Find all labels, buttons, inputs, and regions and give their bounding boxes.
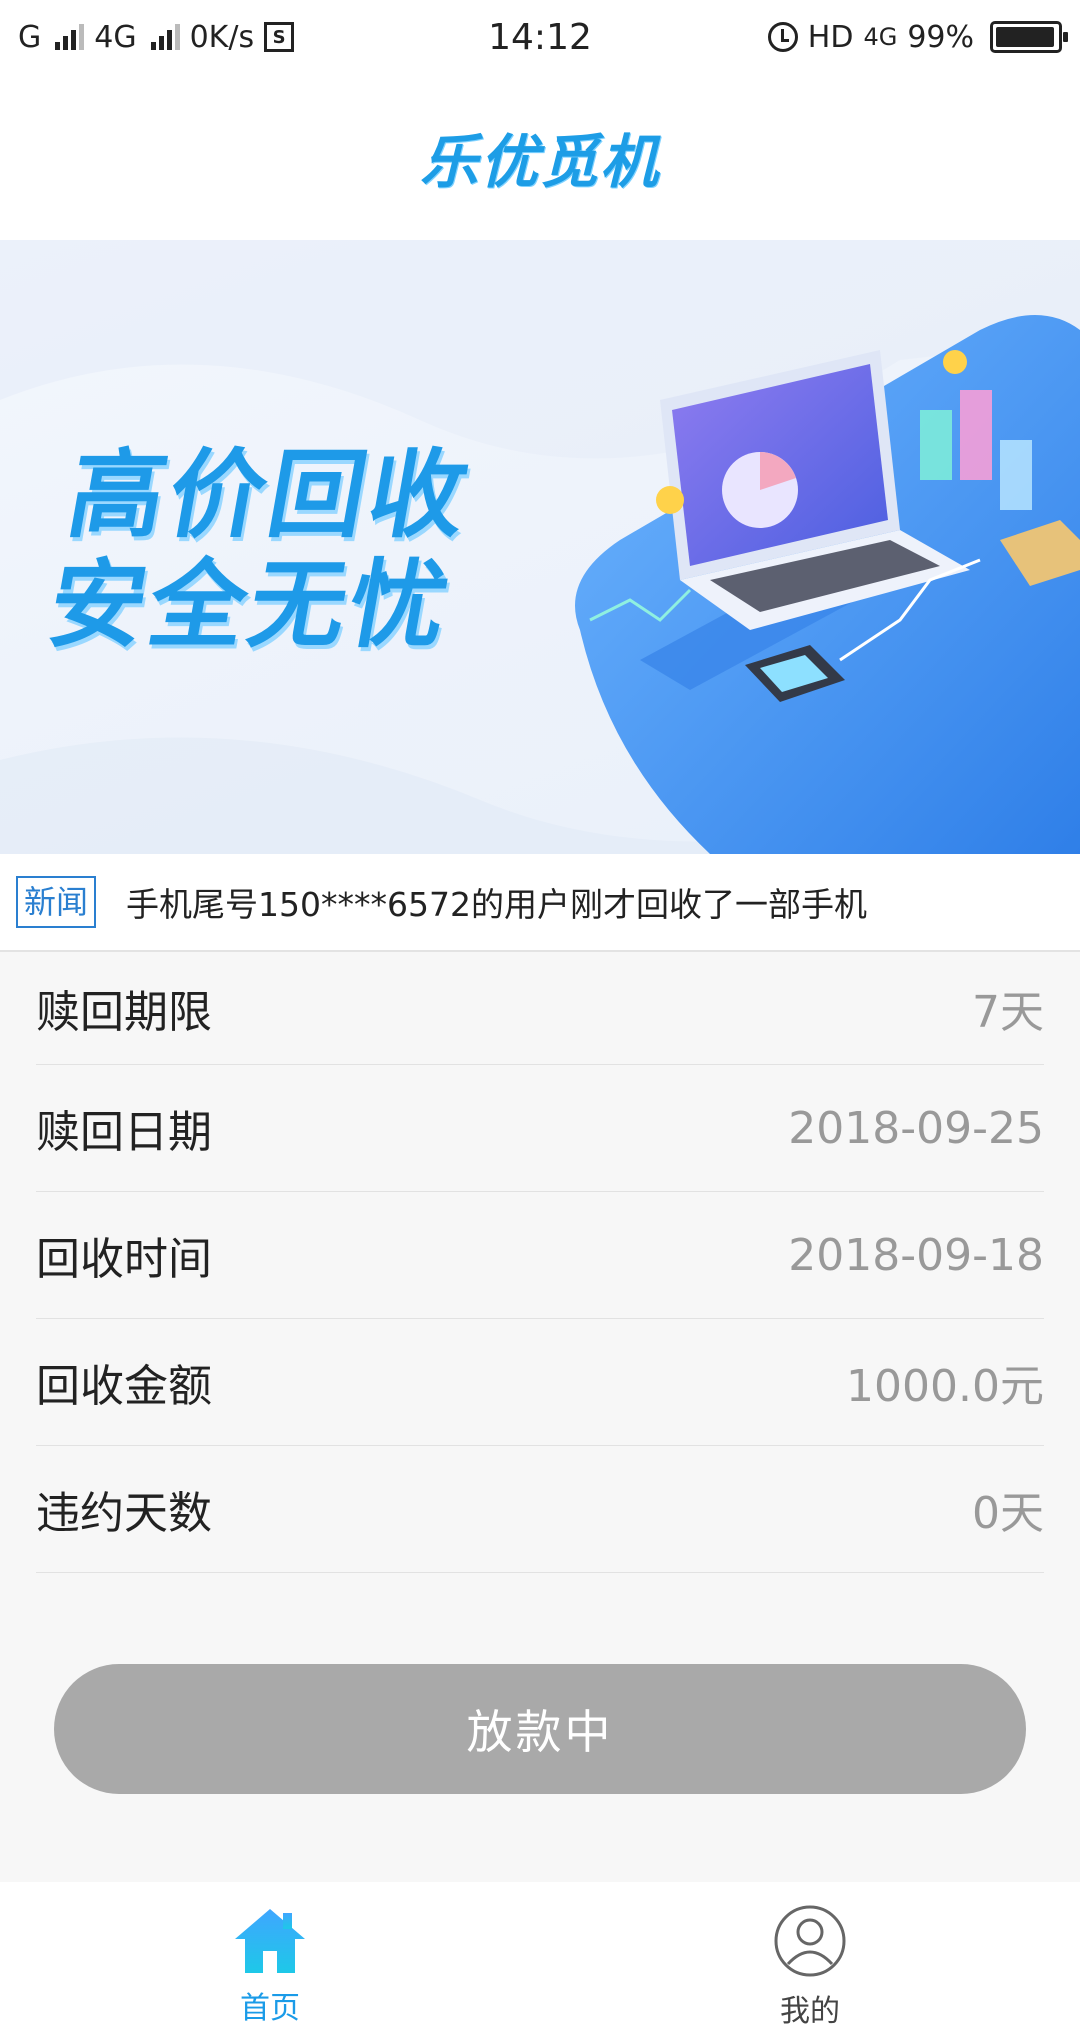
news-tag: 新闻 (16, 876, 97, 928)
user-icon (774, 1905, 846, 1977)
info-row-amount: 回收金额 1000.0元 (36, 1319, 1044, 1446)
hd-indicator: HD (807, 19, 854, 55)
laptop-illustration (575, 315, 1080, 854)
status-right: HD 4G 99% (767, 19, 1068, 55)
info-value: 2018-09-25 (788, 1102, 1044, 1154)
lending-status-button[interactable]: 放款中 (54, 1664, 1026, 1794)
app-header: 乐优觅机 (0, 74, 1080, 240)
network-speed: 0K/s (189, 19, 255, 55)
app-notification-icon: S (264, 22, 295, 52)
network-type: 4G (863, 23, 898, 51)
info-value: 7天 (972, 987, 1044, 1038)
status-bar: G 4G 0K/s S 14:12 HD 4G 99% (0, 0, 1080, 74)
info-row-recycle-time: 回收时间 2018-09-18 (36, 1192, 1044, 1319)
info-value: 2018-09-18 (788, 1229, 1044, 1281)
redemption-info: 赎回期限 7天 赎回日期 2018-09-25 回收时间 2018-09-18 … (36, 952, 1044, 1573)
info-row-overdue-days: 违约天数 0天 (36, 1446, 1044, 1573)
tab-mine[interactable]: 我的 (540, 1882, 1080, 2034)
info-value: 1000.0元 (846, 1361, 1044, 1412)
info-label: 违约天数 (36, 1488, 212, 1539)
carrier1: G (18, 19, 42, 55)
info-label: 回收时间 (36, 1234, 212, 1285)
signal-icon (55, 24, 85, 50)
tab-mine-label: 我的 (780, 1994, 840, 2029)
tab-home[interactable]: 首页 (0, 1882, 540, 2034)
carrier2: 4G (94, 19, 137, 55)
banner-slogan: 高价回收 安全无忧 (40, 439, 480, 661)
info-value: 0天 (972, 1488, 1044, 1539)
news-ticker[interactable]: 新闻 手机尾号150****6572的用户刚才回收了一部手机 (0, 854, 1080, 952)
banner-line-1: 高价回收 (59, 439, 480, 551)
home-icon (235, 1909, 305, 1973)
alarm-icon (767, 22, 798, 52)
info-label: 赎回日期 (36, 1107, 212, 1158)
app-title: 乐优觅机 (419, 128, 660, 196)
info-label: 赎回期限 (36, 987, 212, 1038)
signal-icon-2 (150, 24, 180, 50)
status-left: G 4G 0K/s S (18, 19, 295, 55)
news-text: 手机尾号150****6572的用户刚才回收了一部手机 (126, 885, 867, 924)
info-row-redeem-date: 赎回日期 2018-09-25 (36, 1065, 1044, 1192)
app-screen: G 4G 0K/s S 14:12 HD 4G 99% 乐优觅机 高价回收 安全… (0, 0, 1080, 2034)
info-row-term: 赎回期限 7天 (36, 952, 1044, 1065)
banner-line-2: 安全无忧 (40, 549, 461, 661)
promo-banner[interactable]: 高价回收 安全无忧 (0, 240, 1080, 854)
info-label: 回收金额 (36, 1361, 212, 1412)
battery-icon (990, 21, 1068, 53)
bottom-tab-bar: 首页 我的 (0, 1882, 1080, 2034)
tab-home-label: 首页 (240, 1991, 300, 2026)
battery-percent: 99% (907, 19, 974, 55)
